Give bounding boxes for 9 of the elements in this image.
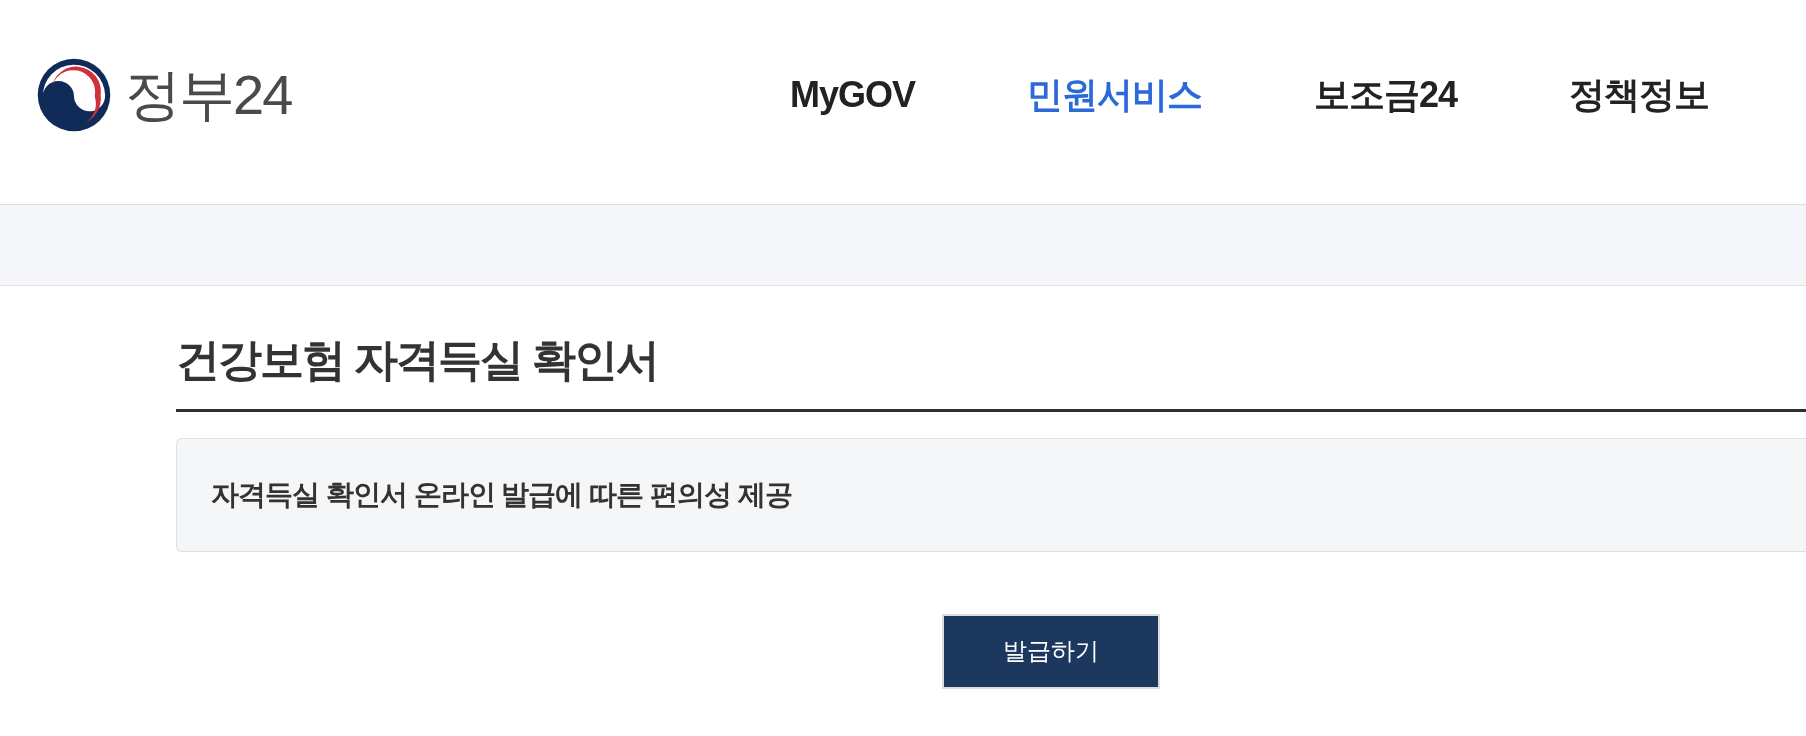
logo-text[interactable]: 정부24	[125, 67, 292, 123]
page-title: 건강보험 자격득실 확인서	[176, 334, 1806, 412]
nav-tab[interactable]: 민원서비스	[1026, 73, 1202, 117]
logo-icon[interactable]	[37, 58, 111, 132]
nav-tab[interactable]: MyGOV	[789, 73, 915, 117]
nav-tab[interactable]: 보조금24	[1313, 73, 1457, 117]
issue-button[interactable]: 발급하기	[942, 613, 1160, 689]
nav-tab[interactable]: 정책정보	[1569, 73, 1709, 117]
description-text: 자격득실 확인서 온라인 발급에 따른 편의성 제공	[211, 477, 792, 512]
